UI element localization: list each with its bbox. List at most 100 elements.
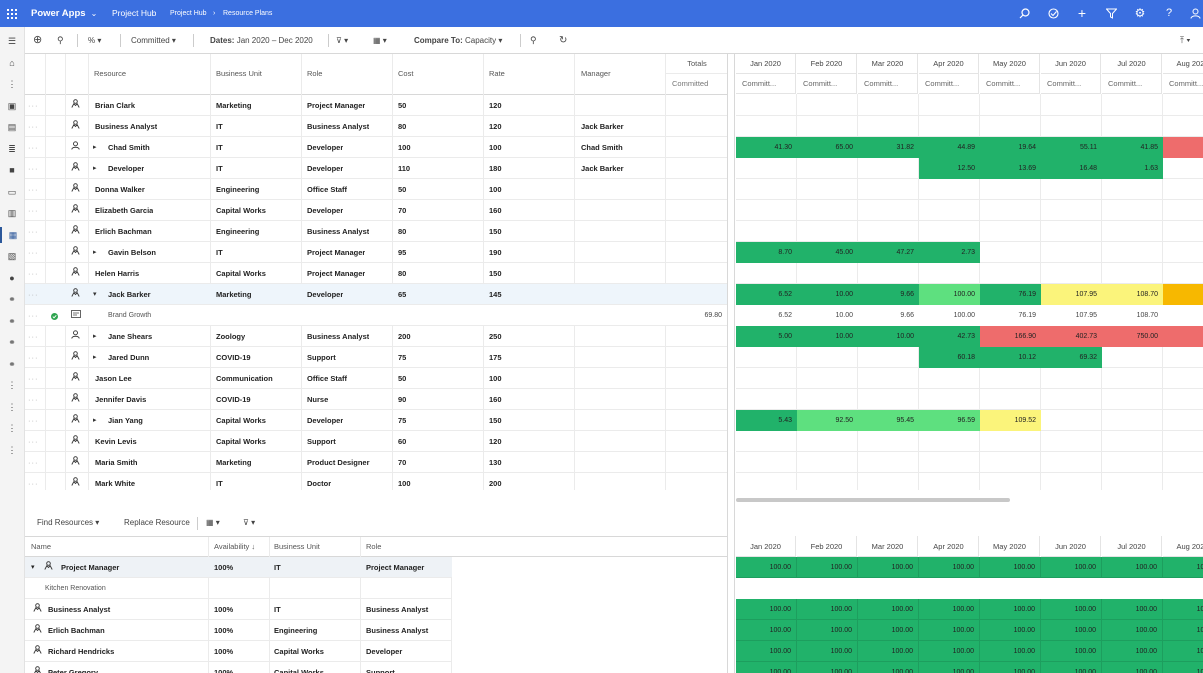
row-more-icon[interactable]: ··· bbox=[28, 389, 39, 410]
availability-timeline-cell[interactable]: 100.00 bbox=[858, 662, 919, 673]
resource-name[interactable]: Gavin Belson bbox=[108, 242, 156, 263]
allocation-cell[interactable]: 8.70 bbox=[736, 242, 797, 263]
resource-name[interactable]: Erlich Bachman bbox=[95, 221, 152, 242]
resource-name[interactable]: Jack Barker bbox=[108, 284, 151, 305]
availability-timeline-cell[interactable]: 100.00 bbox=[736, 620, 797, 641]
availability-timeline-cell[interactable]: 100.00 bbox=[1163, 662, 1203, 673]
resource-name[interactable]: Helen Harris bbox=[95, 263, 139, 284]
resource-row[interactable]: ··· ▸ Jane Shears Zoology Business Analyst 20… bbox=[25, 326, 728, 347]
availability-timeline-cell[interactable]: 100.00 bbox=[797, 662, 858, 673]
allocation-cell[interactable]: 10.12 bbox=[980, 347, 1041, 368]
plus-icon[interactable]: + bbox=[1075, 0, 1089, 27]
allocation-cell[interactable]: 19.64 bbox=[980, 137, 1041, 158]
availability-timeline-cell[interactable]: 100.00 bbox=[736, 599, 797, 620]
breadcrumb-item-project-hub[interactable]: Project Hub bbox=[170, 0, 207, 27]
row-more-icon[interactable]: ··· bbox=[28, 200, 39, 221]
availability-timeline-cell[interactable]: 100.00 bbox=[736, 662, 797, 673]
replace-resource-button[interactable]: Replace Resource bbox=[124, 510, 190, 536]
assign-resource-icon[interactable]: ⚲ bbox=[57, 27, 64, 54]
availability-timeline-cell[interactable]: 100.00 bbox=[858, 557, 919, 578]
expand-chevron-icon[interactable]: ▸ bbox=[93, 326, 97, 347]
waffle-menu-icon[interactable] bbox=[4, 0, 20, 27]
filter-dropdown-lower[interactable]: ⊽ ▾ bbox=[243, 510, 255, 536]
availability-timeline-cell[interactable]: 100.00 bbox=[797, 599, 858, 620]
resource-name[interactable]: Kevin Levis bbox=[95, 431, 137, 452]
resource-name[interactable]: Jason Lee bbox=[95, 368, 132, 389]
dates-selector[interactable]: Dates: Jan 2020 – Dec 2020 bbox=[210, 27, 313, 54]
search-icon[interactable] bbox=[1017, 0, 1031, 27]
row-more-icon[interactable]: ··· bbox=[28, 137, 39, 158]
candidate-row[interactable]: Richard Hendricks 100% Capital Works Develo… bbox=[25, 641, 452, 662]
resource-row[interactable]: ··· Mark White IT Doctor 100 200 bbox=[25, 473, 728, 490]
compare-to-dropdown[interactable]: Compare To: Capacity ▾ bbox=[414, 27, 502, 54]
resource-row[interactable]: ··· Erlich Bachman Engineering Business Ana… bbox=[25, 221, 728, 242]
availability-timeline-cell[interactable]: 100.00 bbox=[919, 557, 980, 578]
availability-timeline-cell[interactable]: 100.00 bbox=[919, 641, 980, 662]
availability-timeline-cell[interactable]: 100.00 bbox=[858, 620, 919, 641]
nav-tree2-icon[interactable]: ⋮ bbox=[0, 377, 24, 393]
availability-timeline-cell[interactable]: 100.00 bbox=[980, 641, 1041, 662]
resource-name[interactable]: Donna Walker bbox=[95, 179, 145, 200]
col-header-business-unit[interactable]: Business Unit bbox=[216, 54, 262, 94]
resource-row[interactable]: ··· ▸ Jared Dunn COVID-19 Support 75 175 bbox=[25, 347, 728, 368]
allocation-cell[interactable]: 166.90 bbox=[980, 326, 1041, 347]
resource-row[interactable]: ··· ▸ Developer IT Developer 110 180 Jack Barke… bbox=[25, 158, 728, 179]
row-more-icon[interactable]: ··· bbox=[28, 179, 39, 200]
resource-name[interactable]: Jared Dunn bbox=[108, 347, 149, 368]
export-icon[interactable]: ⤒ ▾ bbox=[1180, 27, 1190, 54]
availability-timeline-cell[interactable]: 100.00 bbox=[1102, 662, 1163, 673]
allocation-cell[interactable]: 45.00 bbox=[797, 242, 858, 263]
row-more-icon[interactable]: ··· bbox=[28, 284, 39, 305]
row-more-icon[interactable]: ··· bbox=[28, 242, 39, 263]
row-more-icon[interactable]: ··· bbox=[28, 368, 39, 389]
nav-folder-icon[interactable]: ▣ bbox=[0, 98, 24, 114]
allocation-cell[interactable]: 109.52 bbox=[980, 410, 1041, 431]
resource-row[interactable]: ··· ▸ Gavin Belson IT Project Manager 95 190 bbox=[25, 242, 728, 263]
allocation-cell[interactable]: 95.45 bbox=[858, 410, 919, 431]
allocation-cell[interactable]: 9.66 bbox=[858, 284, 919, 305]
allocation-cell[interactable]: 21 bbox=[1163, 137, 1203, 158]
resource-name[interactable]: Chad Smith bbox=[108, 137, 150, 158]
resource-row[interactable]: ··· Helen Harris Capital Works Project Mana… bbox=[25, 263, 728, 284]
resource-row[interactable]: ··· Elizabeth Garcia Capital Works Develope… bbox=[25, 200, 728, 221]
allocation-cell[interactable]: 1 bbox=[1163, 305, 1203, 326]
resource-name[interactable]: Jian Yang bbox=[108, 410, 143, 431]
nav-link3-icon[interactable]: ⚭ bbox=[0, 334, 24, 350]
allocation-cell[interactable]: 402.73 bbox=[1041, 326, 1102, 347]
allocation-cell[interactable]: 10.00 bbox=[858, 326, 919, 347]
nav-resource-plans-icon[interactable]: ▦ bbox=[0, 227, 24, 243]
col-header-rate[interactable]: Rate bbox=[489, 54, 505, 94]
col-header-role[interactable]: Role bbox=[307, 54, 322, 94]
availability-timeline-cell[interactable]: 100.00 bbox=[1041, 620, 1102, 641]
row-more-icon[interactable]: ··· bbox=[28, 305, 39, 326]
row-more-icon[interactable]: ··· bbox=[28, 410, 39, 431]
candidate-name[interactable]: Business Analyst bbox=[48, 599, 110, 620]
allocation-cell[interactable]: 108.70 bbox=[1102, 305, 1163, 326]
expanded-chevron-icon[interactable]: ▾ bbox=[93, 284, 97, 305]
allocation-cell[interactable]: 6.52 bbox=[736, 284, 797, 305]
allocation-cell[interactable]: 92.50 bbox=[797, 410, 858, 431]
availability-timeline-cell[interactable]: 100.00 bbox=[1041, 557, 1102, 578]
table-view-dropdown-lower[interactable]: ▦ ▾ bbox=[206, 510, 220, 536]
availability-timeline-cell[interactable]: 100.00 bbox=[980, 620, 1041, 641]
candidate-row[interactable]: ▾ Project Manager 100% IT Project Manager bbox=[25, 557, 452, 578]
availability-timeline-cell[interactable]: 100.00 bbox=[858, 641, 919, 662]
resource-name[interactable]: Developer bbox=[108, 158, 144, 179]
candidate-name[interactable]: Project Manager bbox=[61, 557, 119, 578]
nav-tree5-icon[interactable]: ⋮ bbox=[0, 442, 24, 458]
hamburger-icon[interactable]: ☰ bbox=[0, 33, 24, 49]
row-more-icon[interactable]: ··· bbox=[28, 326, 39, 347]
nav-tree-icon[interactable]: ⋮ bbox=[0, 76, 24, 92]
nav-tree4-icon[interactable]: ⋮ bbox=[0, 420, 24, 436]
availability-timeline-cell[interactable]: 100.00 bbox=[1102, 641, 1163, 662]
nav-clipboard2-icon[interactable]: ▥ bbox=[0, 205, 24, 221]
availability-timeline-cell[interactable]: 100.00 bbox=[1041, 641, 1102, 662]
nav-doc-icon[interactable]: ▧ bbox=[0, 248, 24, 264]
resource-row[interactable]: ··· Jennifer Davis COVID-19 Nurse 90 160 bbox=[25, 389, 728, 410]
availability-timeline-cell[interactable]: 100.00 bbox=[919, 662, 980, 673]
resource-name[interactable]: Elizabeth Garcia bbox=[95, 200, 153, 221]
expand-chevron-icon[interactable]: ▸ bbox=[93, 347, 97, 368]
nav-tree3-icon[interactable]: ⋮ bbox=[0, 399, 24, 415]
allocation-cell[interactable]: 10.00 bbox=[797, 305, 858, 326]
help-icon[interactable]: ? bbox=[1162, 0, 1176, 27]
